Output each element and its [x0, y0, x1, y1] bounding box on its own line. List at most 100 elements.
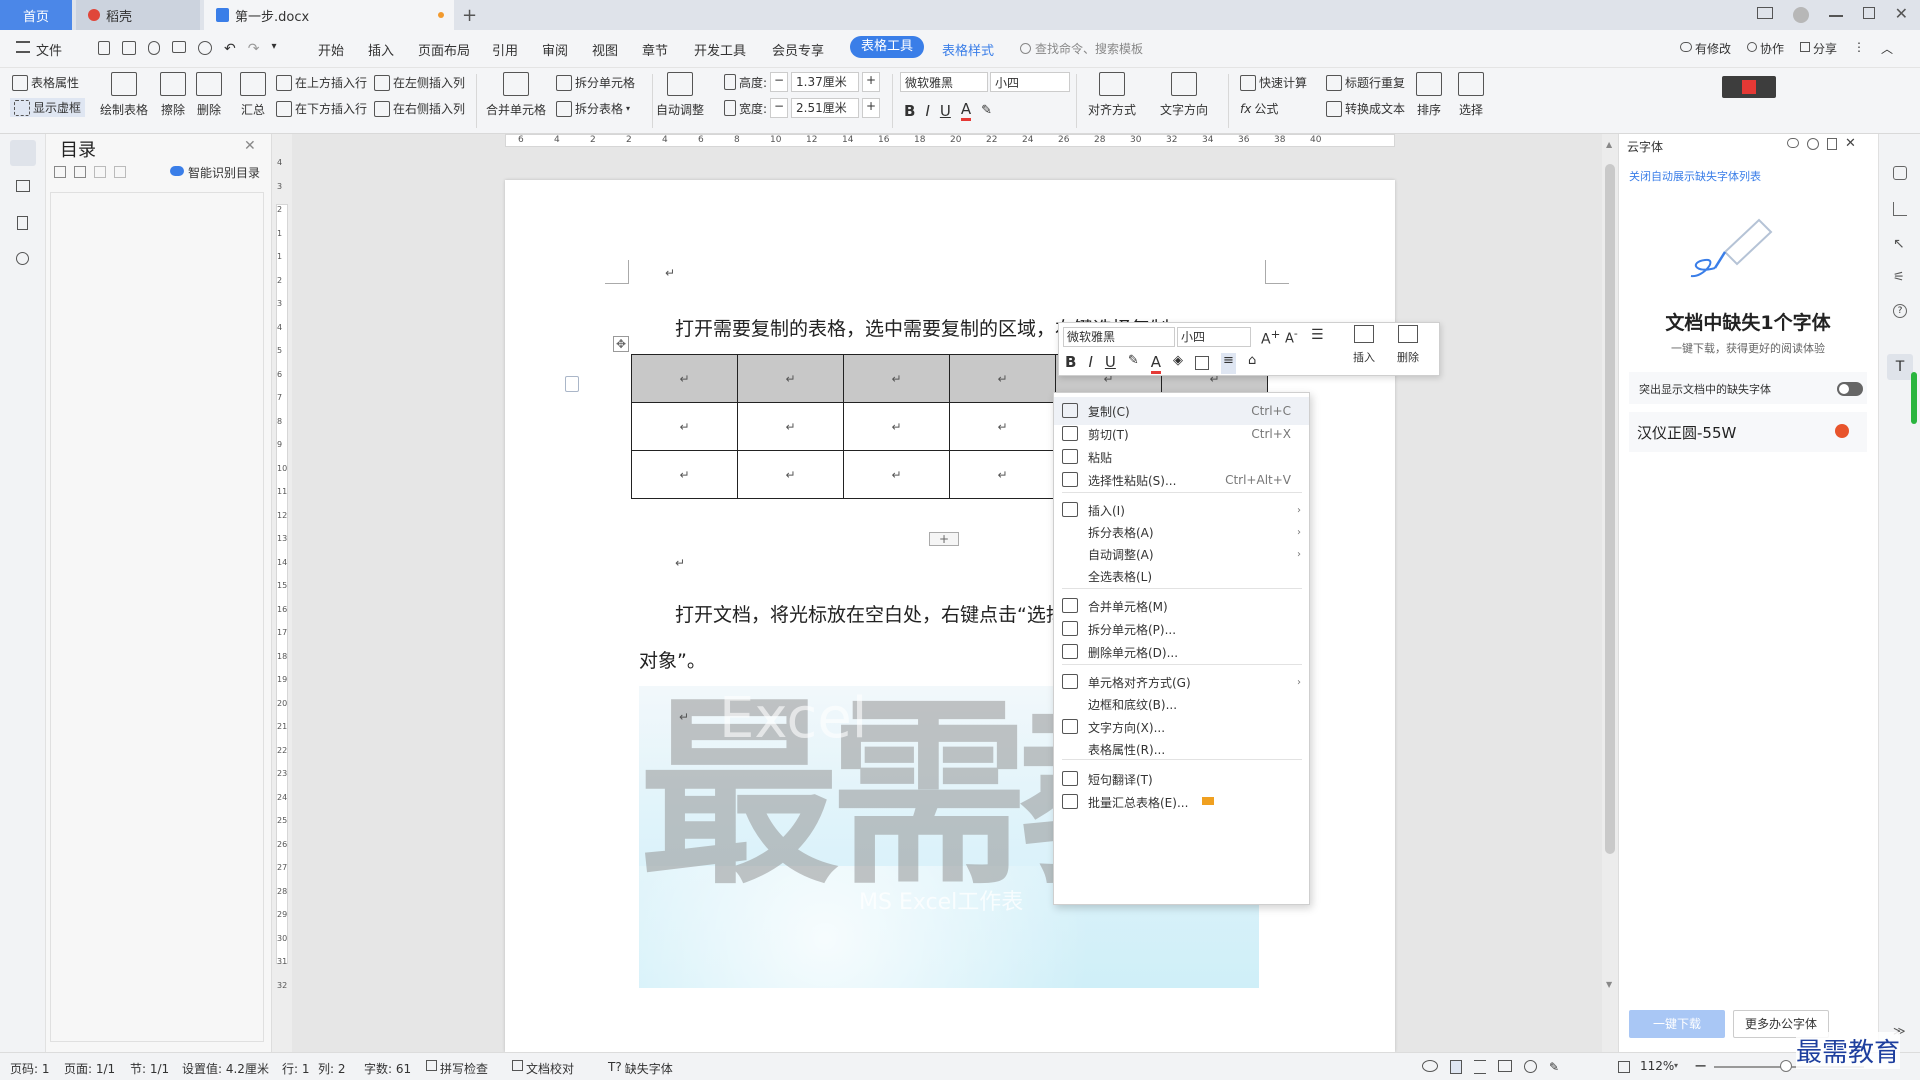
table-move-handle-icon[interactable]: ✥: [613, 336, 629, 352]
text-direction-button[interactable]: 文字方向: [1160, 72, 1208, 118]
adjust-icon[interactable]: ⚟: [1893, 270, 1905, 285]
mini-painter-icon[interactable]: ⌂: [1248, 353, 1256, 374]
split-cell-button[interactable]: 拆分单元格: [556, 74, 635, 91]
layout-icon[interactable]: [1756, 7, 1773, 19]
insert-col-right-button[interactable]: 在右侧插入列: [374, 100, 465, 117]
table-cell[interactable]: ↵: [737, 354, 844, 403]
print-preview-icon[interactable]: [198, 41, 212, 55]
font-select[interactable]: 微软雅黑: [900, 72, 988, 92]
close-window-icon[interactable]: ✕: [1895, 6, 1908, 23]
new-doc-icon[interactable]: [98, 41, 110, 55]
table-cell[interactable]: ↵: [949, 402, 1056, 451]
restore-icon[interactable]: [1862, 7, 1875, 19]
menu-review[interactable]: 审阅: [542, 40, 568, 59]
context-menu-item[interactable]: 批量汇总表格(E)...: [1054, 788, 1309, 816]
insert-row-below-button[interactable]: 在下方插入行: [276, 100, 367, 117]
scroll-up-icon[interactable]: ▲: [1606, 140, 1612, 149]
download-font-icon[interactable]: [1835, 424, 1849, 438]
context-menu-item[interactable]: 删除单元格(D)...: [1054, 638, 1309, 666]
missing-font-item[interactable]: 汉仪正圆-55W: [1629, 412, 1867, 452]
sort-button[interactable]: 排序: [1416, 72, 1442, 118]
collaborate-button[interactable]: 协作: [1747, 40, 1784, 57]
scrollbar-thumb[interactable]: [1605, 164, 1615, 854]
menu-page-layout[interactable]: 页面布局: [418, 40, 470, 59]
outline-view-icon[interactable]: [1474, 1060, 1486, 1074]
folder-nav-icon[interactable]: [16, 180, 30, 192]
table-cell[interactable]: ↵: [843, 450, 950, 499]
summary-button[interactable]: 汇总: [240, 72, 266, 118]
fit-page-icon[interactable]: [1618, 1061, 1630, 1073]
eraser-button[interactable]: 擦除: [160, 72, 186, 118]
menu-table-style[interactable]: 表格样式: [942, 40, 994, 59]
hamburger-icon[interactable]: [16, 41, 30, 53]
height-decrease-button[interactable]: −: [770, 72, 789, 92]
mini-underline-button[interactable]: U: [1105, 353, 1116, 374]
modified-button[interactable]: 有修改: [1680, 40, 1731, 57]
show-gridlines-button[interactable]: 显示虚框: [10, 98, 86, 117]
proofread-button[interactable]: 文档校对: [512, 1060, 574, 1077]
vertical-scrollbar[interactable]: ▲ ▼: [1602, 134, 1618, 1052]
table-cell[interactable]: ↵: [843, 354, 950, 403]
quick-calc-button[interactable]: 快速计算: [1240, 74, 1307, 91]
select-tool-icon[interactable]: ↖: [1893, 236, 1905, 252]
menu-table-tools[interactable]: 表格工具: [850, 36, 924, 58]
minimize-icon[interactable]: [1828, 15, 1843, 17]
table-cell[interactable]: ↵: [631, 354, 738, 403]
menu-member[interactable]: 会员专享: [772, 40, 824, 59]
mini-italic-button[interactable]: I: [1088, 353, 1092, 374]
zoom-out-button[interactable]: −: [1694, 1056, 1707, 1075]
add-row-button[interactable]: +: [929, 532, 959, 546]
format-painter-icon[interactable]: [148, 41, 160, 55]
bookmark-nav-icon[interactable]: [17, 216, 28, 230]
eye-protection-icon[interactable]: [1422, 1060, 1438, 1072]
style-icon[interactable]: [1893, 166, 1907, 180]
height-value[interactable]: 1.37厘米: [791, 72, 860, 92]
share-button[interactable]: 分享: [1800, 40, 1837, 57]
mini-bold-button[interactable]: B: [1065, 353, 1076, 374]
doc-paragraph-2-cont[interactable]: 对象”。: [639, 646, 706, 673]
undo-icon[interactable]: ↶: [224, 41, 236, 57]
context-menu-item[interactable]: 选择性粘贴(S)... Ctrl+Alt+V: [1054, 466, 1309, 494]
insert-row-above-button[interactable]: 在上方插入行: [276, 74, 367, 91]
menu-insert[interactable]: 插入: [368, 40, 394, 59]
add-level-icon[interactable]: [94, 166, 106, 178]
redo-icon[interactable]: ↷: [248, 41, 260, 57]
mini-highlight-icon[interactable]: ✎: [1128, 353, 1139, 374]
menu-references[interactable]: 引用: [492, 40, 518, 59]
table-cell[interactable]: ↵: [949, 450, 1056, 499]
new-tab-button[interactable]: +: [462, 0, 477, 30]
shrink-font-icon[interactable]: A-: [1285, 327, 1298, 346]
mini-delete-button[interactable]: 删除: [1397, 325, 1419, 365]
close-auto-show-link[interactable]: 关闭自动展示缺失字体列表: [1629, 168, 1761, 184]
remove-level-icon[interactable]: [114, 166, 126, 178]
smart-toc-button[interactable]: 智能识别目录: [170, 164, 260, 181]
feedback-icon[interactable]: [1787, 138, 1799, 148]
zoom-dropdown-icon[interactable]: ▾: [1674, 1061, 1678, 1070]
mini-font-select[interactable]: 微软雅黑: [1063, 327, 1175, 347]
status-page[interactable]: 页面: 1/1: [64, 1060, 115, 1077]
font-tool-icon[interactable]: T: [1887, 354, 1913, 380]
highlight-missing-toggle[interactable]: [1837, 382, 1863, 396]
width-decrease-button[interactable]: −: [770, 98, 789, 118]
quick-access-more-icon[interactable]: ▾: [271, 41, 276, 57]
search-nav-icon[interactable]: [16, 252, 29, 265]
table-cell[interactable]: ↵: [737, 450, 844, 499]
zoom-level[interactable]: 112%: [1640, 1059, 1674, 1073]
table-cell[interactable]: ↵: [631, 450, 738, 499]
font-color-button[interactable]: A: [960, 100, 972, 121]
toc-close-icon[interactable]: ✕: [244, 138, 256, 154]
panel-header[interactable]: 云字体: [1627, 138, 1663, 155]
collapse-all-icon[interactable]: [74, 166, 86, 178]
pin-icon[interactable]: [1827, 138, 1837, 150]
more-menu-icon[interactable]: ⋮: [1853, 40, 1865, 57]
settings-gear-icon[interactable]: [1807, 138, 1819, 150]
width-increase-button[interactable]: +: [862, 98, 881, 118]
menu-developer[interactable]: 开发工具: [694, 40, 746, 59]
width-value[interactable]: 2.51厘米: [791, 98, 860, 118]
save-icon[interactable]: [122, 41, 136, 55]
collapse-ribbon-icon[interactable]: ︿: [1881, 40, 1893, 57]
context-menu-item[interactable]: 表格属性(R)...: [1054, 735, 1309, 763]
draw-table-button[interactable]: 绘制表格: [100, 72, 148, 118]
spell-check-button[interactable]: 拼写检查: [426, 1060, 488, 1077]
paste-options-icon[interactable]: [565, 376, 579, 392]
